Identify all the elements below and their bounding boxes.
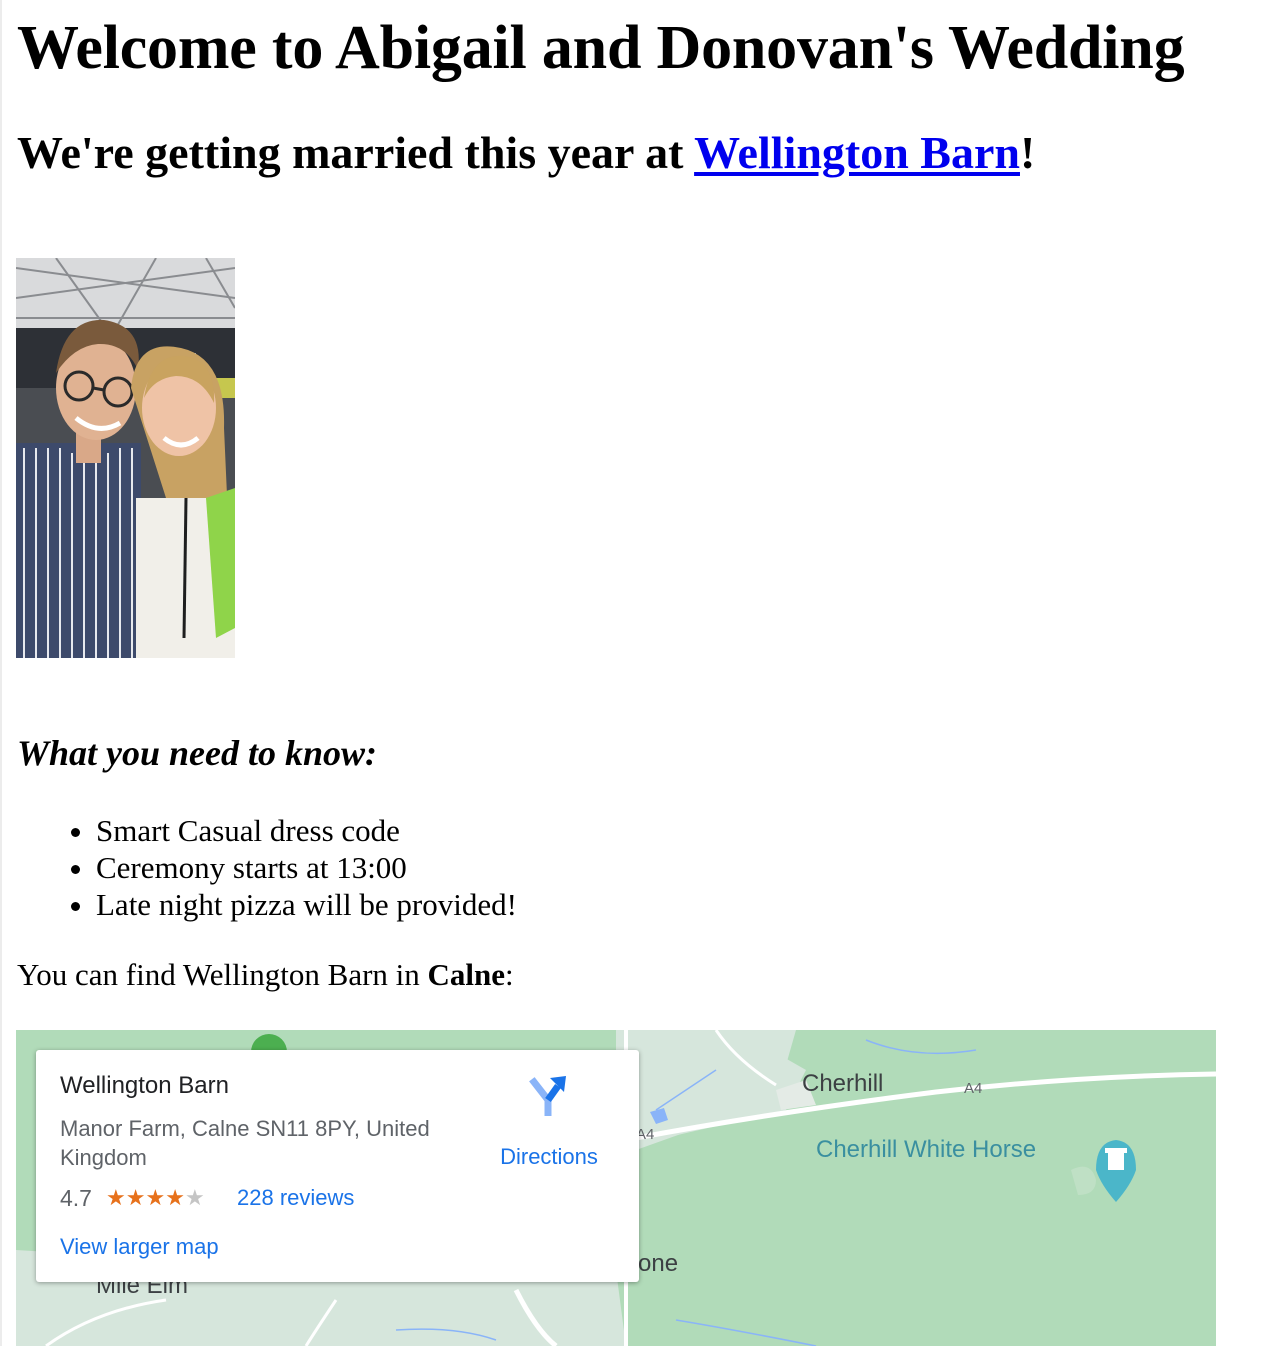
rating-stars: ★★★★★ — [106, 1183, 205, 1213]
star-icon: ★ — [165, 1185, 185, 1210]
location-prefix: You can find Wellington Barn in — [17, 957, 428, 992]
map-label-a4: A4 — [964, 1080, 983, 1097]
page-subtitle: We're getting married this year at Welli… — [17, 122, 1035, 184]
map-label-cherhill: Cherhill — [802, 1070, 884, 1097]
location-suffix: : — [505, 957, 514, 992]
place-name: Wellington Barn — [60, 1072, 229, 1099]
list-item: Smart Casual dress code — [96, 812, 517, 849]
info-list: Smart Casual dress code Ceremony starts … — [48, 812, 517, 923]
place-address: Manor Farm, Calne SN11 8PY, United Kingd… — [60, 1116, 430, 1170]
location-text: You can find Wellington Barn in Calne: — [17, 955, 514, 995]
place-info-card: Wellington Barn Manor Farm, Calne SN11 8… — [36, 1050, 639, 1282]
list-item: Late night pizza will be provided! — [96, 886, 517, 923]
star-icon: ★ — [145, 1185, 166, 1210]
page-title: Welcome to Abigail and Donovan's Wedding — [17, 14, 1185, 82]
place-rating: 4.7 — [60, 1185, 92, 1211]
page: Welcome to Abigail and Donovan's Wedding… — [0, 0, 1262, 1346]
directions-icon — [529, 1076, 566, 1116]
subtitle-suffix: ! — [1019, 127, 1036, 178]
reviews-link[interactable]: 228 reviews — [237, 1183, 354, 1213]
couple-photo — [16, 258, 235, 658]
window-edge — [0, 0, 2, 1346]
info-heading: What you need to know: — [17, 733, 378, 773]
venue-link[interactable]: Wellington Barn — [694, 127, 1020, 178]
star-half-icon: ★ — [184, 1185, 205, 1210]
directions-button[interactable]: Directions — [484, 1070, 614, 1180]
location-town: Calne — [427, 957, 506, 992]
view-larger-map-link[interactable]: View larger map — [60, 1232, 219, 1262]
subtitle-prefix: We're getting married this year at — [17, 127, 695, 178]
list-item: Ceremony starts at 13:00 — [96, 849, 517, 886]
star-icon: ★ — [106, 1185, 126, 1210]
map-label-partial: one — [638, 1250, 679, 1277]
directions-label: Directions — [500, 1144, 598, 1169]
embedded-map[interactable]: Cherhill A4 A4 Cherhill White Horse Mile… — [16, 1030, 1216, 1346]
map-label-white-horse[interactable]: Cherhill White Horse — [816, 1136, 1036, 1164]
star-icon: ★ — [125, 1185, 146, 1210]
